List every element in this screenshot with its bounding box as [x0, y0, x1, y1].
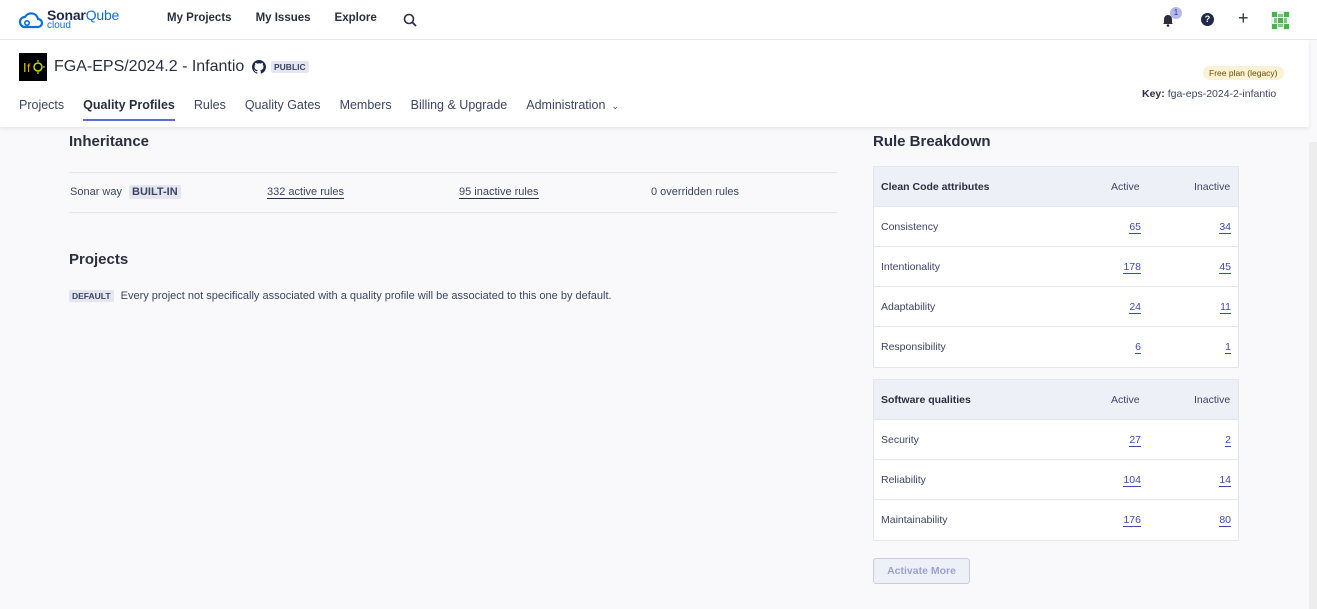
- active-header: Active: [1111, 394, 1140, 406]
- table-row: Adaptability 24 11: [874, 287, 1238, 327]
- row-label: Responsibility: [881, 341, 946, 353]
- active-count-link[interactable]: 176: [1123, 514, 1141, 527]
- help-icon[interactable]: ?: [1201, 13, 1214, 26]
- table-header: Clean Code attributes Active Inactive: [874, 167, 1238, 207]
- row-label: Security: [881, 434, 919, 446]
- tab-quality-gates[interactable]: Quality Gates: [245, 98, 321, 121]
- table-row: Security 27 2: [874, 420, 1238, 460]
- table-row: Maintainability 176 80: [874, 500, 1238, 540]
- project-key: Key: fga-eps-2024-2-infantio: [1142, 88, 1276, 100]
- scrollbar[interactable]: [1309, 142, 1317, 609]
- row-label: Adaptability: [881, 301, 936, 313]
- nav-explore[interactable]: Explore: [335, 12, 377, 24]
- project-title: FGA-EPS/2024.2 - Infantio: [54, 58, 245, 75]
- active-count-link[interactable]: 6: [1135, 341, 1141, 354]
- inactive-count-link[interactable]: 11: [1220, 301, 1231, 314]
- table-row: Intentionality 178 45: [874, 247, 1238, 287]
- parent-profile-name[interactable]: Sonar way: [70, 186, 122, 198]
- project-key-value: fga-eps-2024-2-infantio: [1167, 88, 1277, 100]
- cloud-logo-icon: [18, 11, 44, 28]
- active-count-link[interactable]: 27: [1129, 434, 1141, 447]
- table-row: Responsibility 6 1: [874, 327, 1238, 367]
- top-navbar: SonarQube cloud My Projects My Issues Ex…: [0, 0, 1317, 40]
- software-qualities-header: Software qualities: [881, 394, 971, 406]
- project-logo: I f: [19, 53, 47, 81]
- active-header: Active: [1111, 181, 1140, 193]
- active-count-link[interactable]: 178: [1123, 261, 1141, 274]
- clean-code-header: Clean Code attributes: [881, 181, 990, 193]
- main-nav: My Projects My Issues Explore: [167, 12, 401, 24]
- project-key-label: Key:: [1142, 88, 1165, 100]
- plus-icon[interactable]: +: [1238, 9, 1249, 27]
- active-count-link[interactable]: 24: [1129, 301, 1141, 314]
- logo-text-qube: Qube: [85, 7, 120, 23]
- row-label: Consistency: [881, 221, 939, 233]
- project-header: I f FGA-EPS/2024.2 - Infantio PUBLIC Fre…: [0, 40, 1309, 127]
- built-in-badge: BUILT-IN: [129, 185, 181, 199]
- visibility-badge: PUBLIC: [271, 61, 309, 73]
- inactive-count-link[interactable]: 80: [1219, 514, 1231, 527]
- github-icon[interactable]: [252, 60, 266, 74]
- tab-administration-label: Administration: [526, 98, 606, 112]
- plan-badge: Free plan (legacy): [1203, 66, 1284, 80]
- row-label: Maintainability: [881, 514, 948, 526]
- inactive-count-link[interactable]: 34: [1219, 221, 1231, 234]
- tab-administration[interactable]: Administration ⌄: [526, 98, 619, 121]
- table-row: Reliability 104 14: [874, 460, 1238, 500]
- inactive-header: Inactive: [1194, 394, 1231, 406]
- active-count-link[interactable]: 65: [1129, 221, 1141, 234]
- parent-profile: Sonar way BUILT-IN: [70, 185, 181, 199]
- row-label: Intentionality: [881, 261, 940, 273]
- table-row: Consistency 65 34: [874, 207, 1238, 247]
- search-icon[interactable]: [403, 13, 417, 27]
- notification-count-badge: 1: [1170, 7, 1182, 19]
- inactive-count-link[interactable]: 2: [1225, 434, 1231, 447]
- rule-breakdown-title: Rule Breakdown: [873, 133, 991, 150]
- row-label: Reliability: [881, 474, 926, 486]
- inactive-count-link[interactable]: 1: [1225, 341, 1231, 354]
- sonarqube-cloud-logo[interactable]: SonarQube cloud: [18, 8, 119, 31]
- default-description: DEFAULT Every project not specifically a…: [69, 290, 612, 302]
- inactive-header: Inactive: [1194, 181, 1231, 193]
- inheritance-title: Inheritance: [69, 133, 150, 150]
- overridden-rules: 0 overridden rules: [651, 186, 740, 198]
- chevron-down-icon: ⌄: [611, 101, 619, 111]
- projects-title: Projects: [69, 251, 129, 268]
- inheritance-row: Sonar way BUILT-IN 332 active rules 95 i…: [69, 172, 837, 213]
- tab-billing-upgrade[interactable]: Billing & Upgrade: [411, 98, 508, 121]
- active-count-link[interactable]: 104: [1123, 474, 1141, 487]
- tab-members[interactable]: Members: [340, 98, 392, 121]
- clean-code-table: Clean Code attributes Active Inactive Co…: [873, 166, 1239, 368]
- default-text: Every project not specifically associate…: [120, 290, 612, 302]
- nav-my-issues[interactable]: My Issues: [256, 12, 311, 24]
- tab-rules[interactable]: Rules: [194, 98, 226, 121]
- inactive-rules-link[interactable]: 95 inactive rules: [459, 186, 539, 199]
- project-tabs: Projects Quality Profiles Rules Quality …: [19, 98, 638, 121]
- software-qualities-table: Software qualities Active Inactive Secur…: [873, 379, 1239, 541]
- activate-more-button[interactable]: Activate More: [873, 558, 970, 584]
- nav-my-projects[interactable]: My Projects: [167, 12, 232, 24]
- tab-projects[interactable]: Projects: [19, 98, 64, 121]
- table-header: Software qualities Active Inactive: [874, 380, 1238, 420]
- inactive-count-link[interactable]: 45: [1219, 261, 1231, 274]
- active-rules-link[interactable]: 332 active rules: [267, 186, 345, 199]
- user-avatar[interactable]: [1271, 11, 1290, 30]
- default-badge: DEFAULT: [69, 290, 114, 302]
- inactive-count-link[interactable]: 14: [1219, 474, 1231, 487]
- tab-quality-profiles[interactable]: Quality Profiles: [83, 98, 175, 121]
